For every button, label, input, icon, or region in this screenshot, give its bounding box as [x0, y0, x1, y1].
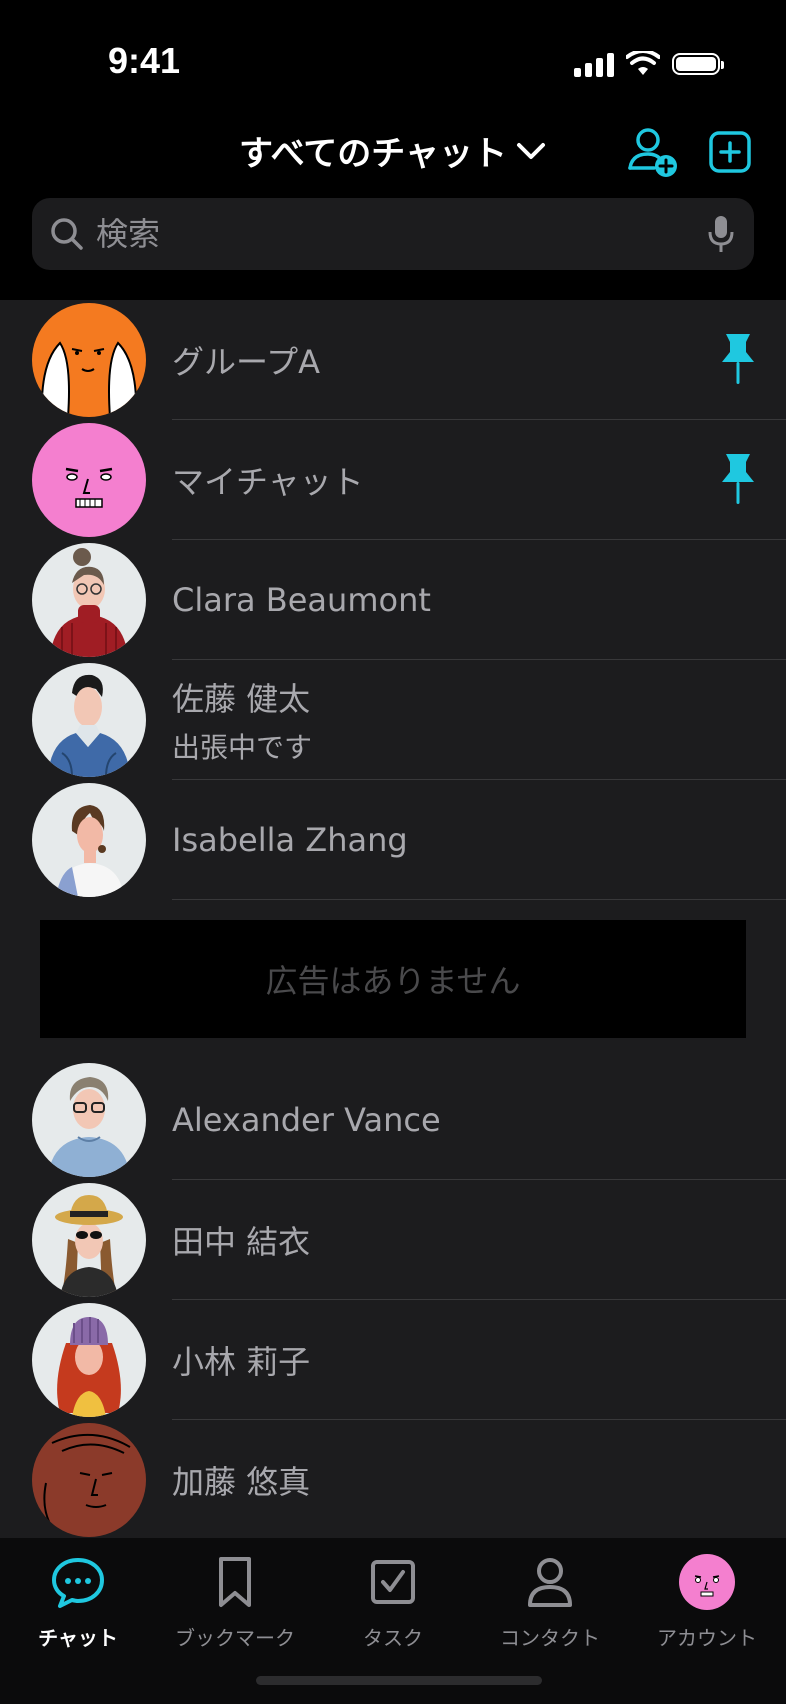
- chat-row-kobayashi[interactable]: 小林 莉子: [0, 1300, 786, 1420]
- chat-name: グループA: [172, 343, 320, 381]
- plus-square-icon: [709, 131, 751, 173]
- chat-name: 田中 結衣: [172, 1223, 311, 1261]
- avatar: [32, 543, 146, 657]
- chat-row-kato[interactable]: 加藤 悠真: [0, 1420, 786, 1540]
- tab-label: ブックマーク: [175, 1626, 295, 1650]
- account-avatar-icon: [679, 1554, 735, 1610]
- chat-row-isabella[interactable]: Isabella Zhang: [0, 780, 786, 900]
- tab-account[interactable]: アカウント: [632, 1552, 782, 1651]
- chat-row-my-chat[interactable]: マイチャット: [0, 420, 786, 540]
- microphone-icon[interactable]: [706, 214, 736, 254]
- home-indicator: [256, 1676, 542, 1685]
- avatar: [32, 423, 146, 537]
- wifi-icon: [626, 51, 660, 75]
- person-icon: [528, 1558, 572, 1607]
- tab-label: タスク: [363, 1626, 423, 1650]
- ad-text: 広告はありません: [265, 962, 521, 1000]
- avatar: [32, 1303, 146, 1417]
- chat-name: Clara Beaumont: [172, 581, 431, 619]
- status-icons: [574, 48, 724, 80]
- page-title: すべてのチャット: [239, 134, 507, 174]
- bookmark-icon: [219, 1557, 251, 1607]
- chat-row-group-a[interactable]: グループA: [0, 300, 786, 420]
- tab-bookmark[interactable]: ブックマーク: [160, 1552, 310, 1651]
- chat-bubble-icon: [52, 1558, 104, 1608]
- avatar: [32, 303, 146, 417]
- chat-status-message: 出張中です: [172, 731, 313, 764]
- tab-label: アカウント: [657, 1626, 757, 1650]
- chat-name: 小林 莉子: [172, 1343, 311, 1381]
- chat-name: Alexander Vance: [172, 1101, 441, 1139]
- add-user-icon: [628, 128, 677, 177]
- avatar: [32, 1063, 146, 1177]
- tab-label: チャット: [38, 1626, 118, 1650]
- avatar: [32, 783, 146, 897]
- ad-banner: 広告はありません: [40, 920, 746, 1038]
- checkbox-icon: [371, 1560, 415, 1604]
- cellular-signal-icon: [574, 51, 614, 77]
- chat-list: グループA マイチャット Clara Beaumont 佐藤 健太 出張中です …: [0, 300, 786, 1540]
- avatar: [32, 1183, 146, 1297]
- search-bar[interactable]: [32, 198, 754, 270]
- divider: [172, 899, 786, 900]
- tab-chat[interactable]: チャット: [3, 1552, 153, 1651]
- tab-label: コンタクト: [500, 1626, 600, 1650]
- pin-icon: [722, 454, 754, 504]
- status-time: 9:41: [108, 40, 181, 81]
- tab-task[interactable]: タスク: [318, 1552, 468, 1651]
- chat-name: 加藤 悠真: [172, 1463, 311, 1501]
- top-bar: 9:41 すべてのチャット: [0, 0, 786, 300]
- search-icon: [51, 218, 83, 250]
- chat-name: 佐藤 健太: [172, 680, 311, 718]
- chat-row-sato[interactable]: 佐藤 健太 出張中です: [0, 660, 786, 780]
- chat-row-tanaka[interactable]: 田中 結衣: [0, 1180, 786, 1300]
- chat-row-alexander[interactable]: Alexander Vance: [0, 1060, 786, 1180]
- chat-row-clara[interactable]: Clara Beaumont: [0, 540, 786, 660]
- chat-name: マイチャット: [172, 463, 364, 501]
- avatar: [32, 1423, 146, 1537]
- chat-name: Isabella Zhang: [172, 821, 408, 859]
- chevron-down-icon: [516, 142, 545, 159]
- new-chat-button[interactable]: [704, 124, 760, 180]
- search-input[interactable]: [94, 214, 658, 254]
- pin-icon: [722, 334, 754, 384]
- avatar: [32, 663, 146, 777]
- battery-icon: [672, 53, 724, 75]
- add-contact-button[interactable]: [624, 124, 680, 180]
- tab-contact[interactable]: コンタクト: [475, 1552, 625, 1651]
